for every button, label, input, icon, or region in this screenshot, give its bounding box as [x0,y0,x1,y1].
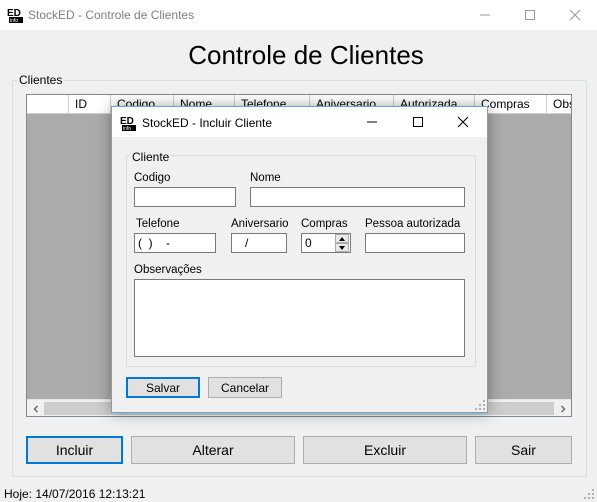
cancelar-button[interactable]: Cancelar [208,377,282,398]
maximize-icon [525,10,535,20]
close-button[interactable] [552,0,597,30]
pessoa-autorizada-label: Pessoa autorizada [365,218,461,230]
close-icon [457,116,469,128]
dialog-titlebar[interactable]: ED info StockED - Incluir Cliente [112,107,487,137]
stocked-logo-icon: ED info [119,114,137,132]
aniversario-label: Aniversario [231,218,289,230]
stocked-logo-icon: ED info [6,6,24,24]
scroll-right-button[interactable] [554,400,571,416]
observacoes-label: Observações [134,264,202,276]
dialog-maximize-button[interactable] [395,107,441,137]
codigo-field[interactable] [134,187,236,207]
observacoes-field[interactable] [134,279,465,357]
codigo-label: Codigo [134,172,171,184]
incluir-cliente-dialog[interactable]: ED info StockED - Incluir Cliente Client… [111,106,488,413]
cliente-group-label: Cliente [130,150,172,164]
minimize-icon [480,14,490,16]
column-header-obs[interactable]: Obs [547,95,571,114]
telefone-field[interactable] [134,233,216,253]
main-titlebar[interactable]: ED info StockED - Controle de Clientes [0,0,597,30]
close-icon [569,9,581,21]
dialog-resize-grip-icon[interactable] [475,400,485,410]
aniversario-field[interactable] [231,233,287,253]
page-title: Controle de Clientes [188,40,424,70]
incluir-button[interactable]: Incluir [26,436,123,464]
row-header-corner [27,95,69,114]
caret-up-icon [339,236,345,241]
scroll-left-button[interactable] [27,400,44,416]
sair-button[interactable]: Sair [475,436,572,464]
telefone-label: Telefone [136,218,180,230]
pessoa-autorizada-field[interactable] [365,233,465,253]
salvar-button[interactable]: Salvar [126,377,200,398]
svg-text:info: info [123,126,131,132]
nome-field[interactable] [250,187,465,207]
chevron-left-icon [33,405,38,412]
compras-label: Compras [301,218,348,230]
caret-down-icon [339,245,345,250]
alterar-button[interactable]: Alterar [131,436,295,464]
dialog-title: StockED - Incluir Cliente [142,116,273,130]
nome-label: Nome [250,172,281,184]
svg-text:info: info [10,18,18,24]
resize-grip-icon[interactable] [583,488,595,500]
stepper-up-button[interactable] [335,234,349,243]
minimize-icon [367,121,377,123]
dialog-close-button[interactable] [440,107,486,137]
stepper-down-button[interactable] [335,243,349,252]
clientes-group-label: Clientes [17,73,65,87]
status-bar: Hoje: 14/07/2016 12:13:21 [0,484,597,502]
status-date-text: Hoje: 14/07/2016 12:13:21 [4,487,146,501]
excluir-button[interactable]: Excluir [303,436,467,464]
compras-stepper[interactable] [335,234,349,252]
maximize-icon [413,117,423,127]
maximize-button[interactable] [507,0,553,30]
window-title: StockED - Controle de Clientes [28,8,195,22]
column-header-id[interactable]: ID [69,95,111,114]
dialog-minimize-button[interactable] [349,107,395,137]
chevron-right-icon [560,405,565,412]
minimize-button[interactable] [462,0,508,30]
